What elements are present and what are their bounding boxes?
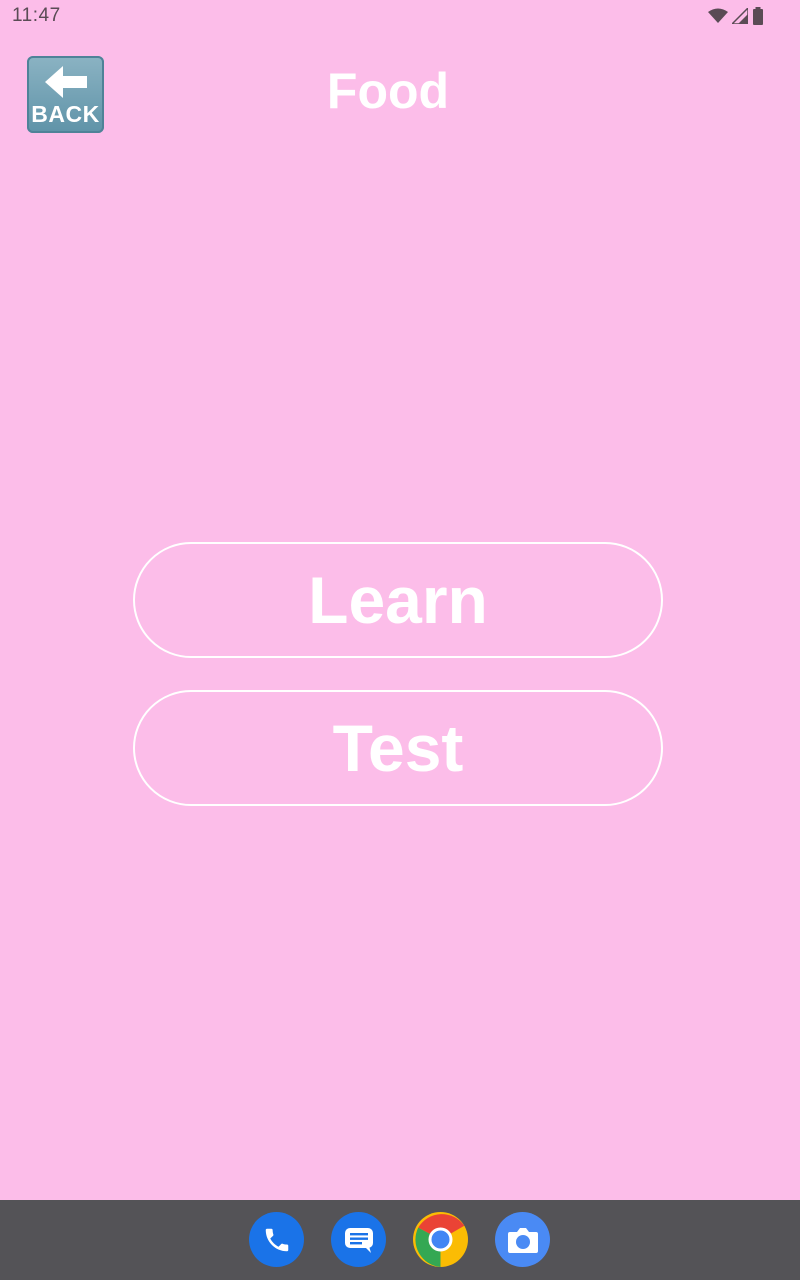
screen: 11:47 BACK Food Learn Test: [0, 0, 800, 1280]
learn-button[interactable]: Learn: [133, 542, 663, 658]
cell-signal-icon: [732, 8, 748, 24]
battery-icon: [753, 7, 763, 25]
app-dock: [0, 1200, 800, 1280]
test-button[interactable]: Test: [133, 690, 663, 806]
chrome-icon[interactable]: [413, 1212, 468, 1267]
messages-icon[interactable]: [331, 1212, 386, 1267]
status-bar: 11:47: [0, 0, 800, 32]
page-title: Food: [326, 63, 450, 119]
status-icons: [708, 6, 764, 26]
wifi-icon: [708, 8, 728, 23]
phone-icon[interactable]: [249, 1212, 304, 1267]
dock-icons: [249, 1212, 550, 1267]
camera-icon[interactable]: [495, 1212, 550, 1267]
status-time: 11:47: [12, 5, 61, 26]
